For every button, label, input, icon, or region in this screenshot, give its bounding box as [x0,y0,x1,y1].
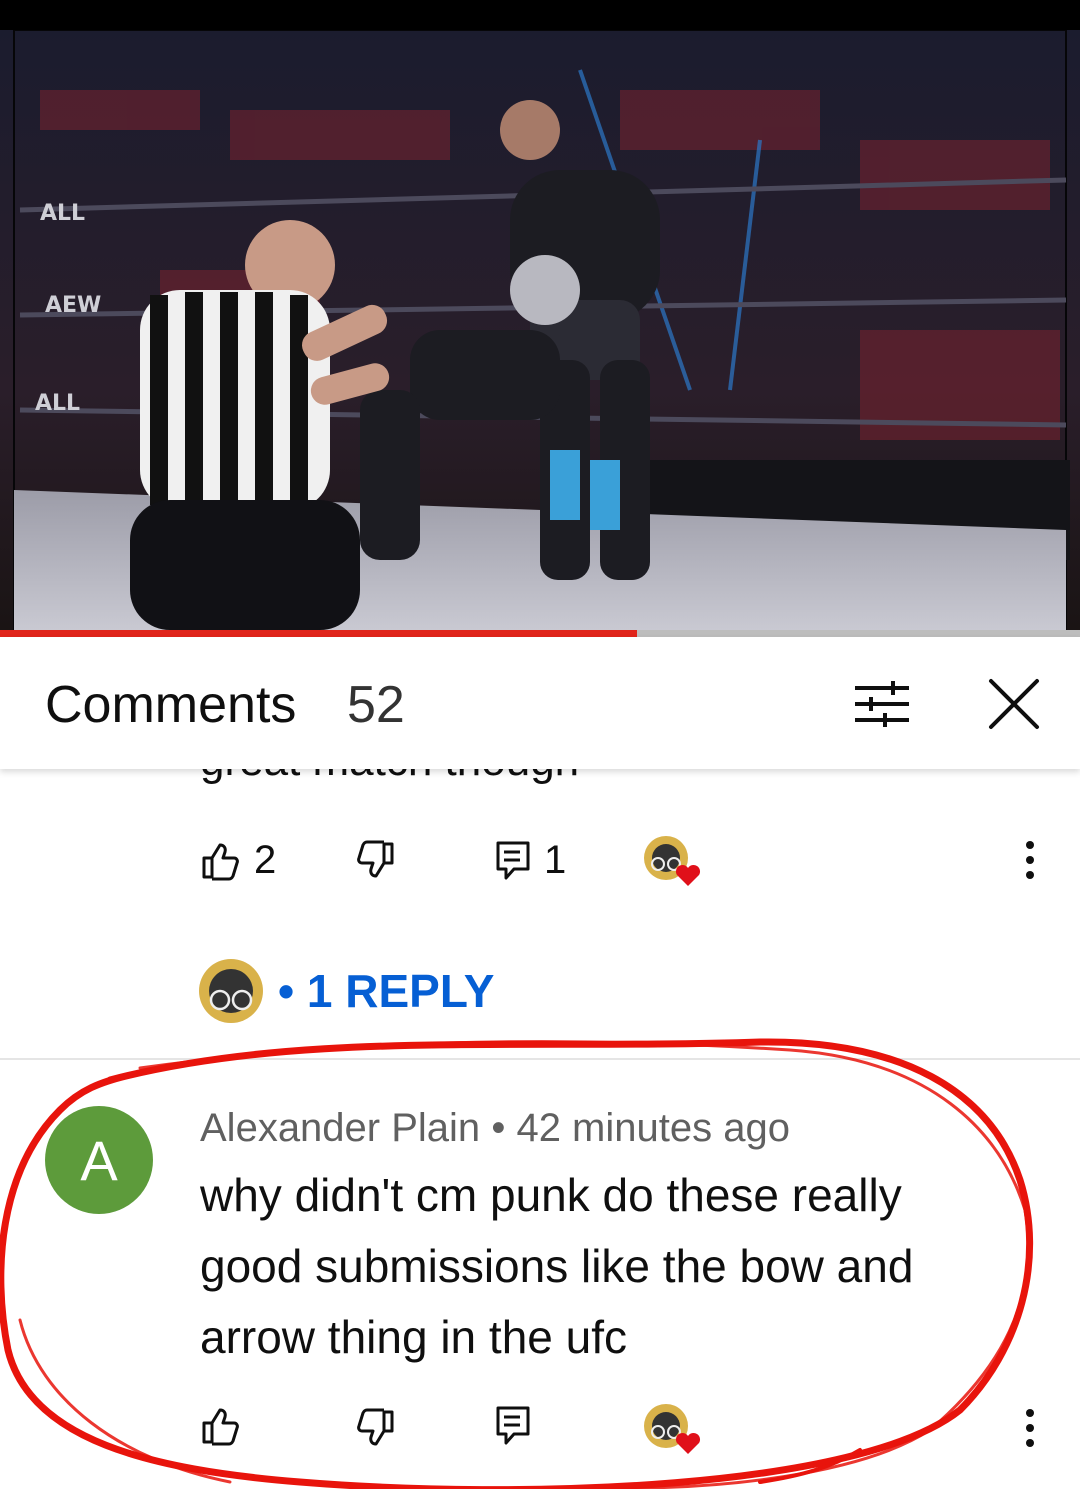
video-progress-bar[interactable] [0,630,1080,637]
comment-author[interactable]: Alexander Plain [200,1106,480,1150]
svg-text:ALL: ALL [35,391,80,416]
comments-header: Comments 52 [0,637,1080,769]
thumb-up-icon [202,843,239,880]
comments-count: 52 [347,676,405,734]
reply-count: 1 [544,838,567,882]
avatar[interactable]: A [45,1106,153,1214]
svg-text:AEW: AEW [45,293,101,318]
comments-title: Comments [45,676,297,734]
like-button[interactable] [200,1406,240,1446]
close-icon[interactable] [988,678,1040,735]
reply-button[interactable]: 1 [496,838,566,883]
dislike-button[interactable] [356,840,396,880]
video-player[interactable]: ALL AEW ALL [0,30,1080,630]
meta-separator: • [491,1106,506,1150]
creator-heart [642,1402,704,1458]
more-options-button[interactable] [1024,1408,1036,1448]
video-frame: ALL AEW ALL [0,30,1080,630]
thumb-up-icon [202,1408,239,1446]
reply-button[interactable] [496,1406,530,1446]
svg-text:ALL: ALL [40,201,85,226]
replies-link-text[interactable]: • 1 REPLY [278,964,494,1018]
filter-icon[interactable] [855,681,909,732]
comment-divider [0,1058,1080,1060]
creator-heart-icon [644,1404,701,1454]
thumb-down-icon [357,840,394,878]
like-button[interactable]: 2 [200,838,276,883]
reply-author-avatar [199,959,263,1023]
creator-heart [642,834,704,890]
more-options-button[interactable] [1024,840,1036,880]
previous-comment-actions: 2 1 [0,830,1080,890]
video-progress-fill [0,630,638,637]
more-vert-icon [1026,841,1034,879]
like-count: 2 [254,838,277,882]
reply-icon [496,1406,530,1445]
reply-icon [496,841,530,879]
comment-time: 42 minutes ago [516,1106,790,1150]
view-replies-link[interactable]: • 1 REPLY [198,958,494,1024]
comment-actions [0,1398,1080,1458]
dislike-button[interactable] [356,1408,396,1448]
creator-heart-icon [644,836,701,886]
comment-text: why didn't cm punk do these really good … [200,1169,914,1363]
status-bar [0,0,1080,30]
more-vert-icon [1026,1409,1034,1447]
comment-meta: Alexander Plain • 42 minutes ago [200,1106,790,1151]
thumb-down-icon [357,1408,394,1446]
